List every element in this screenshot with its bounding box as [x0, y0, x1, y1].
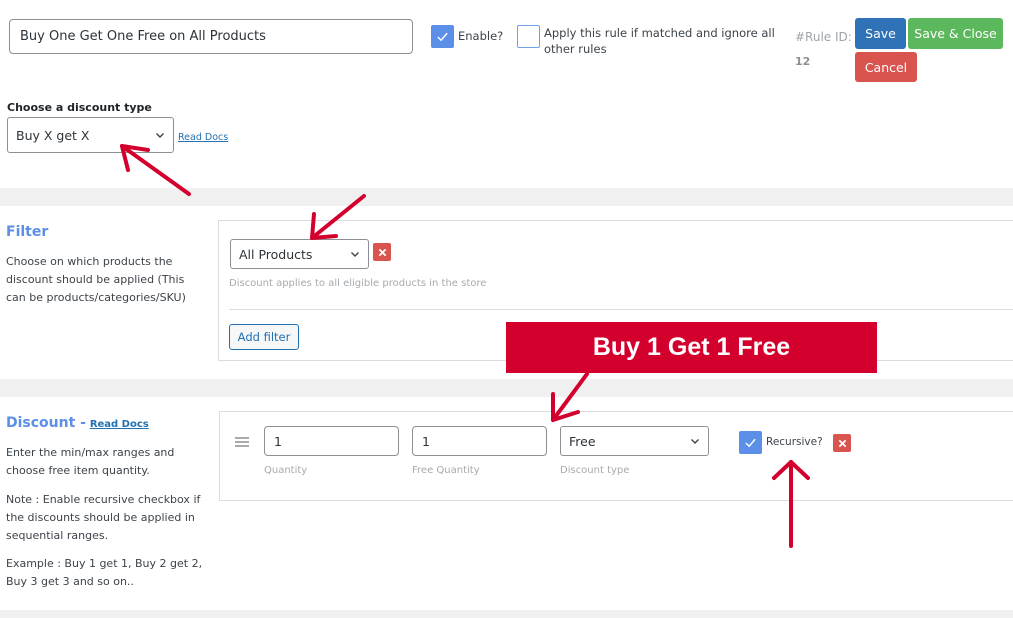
arrow-to-filter-select-icon	[310, 194, 366, 240]
arrow-to-discount-type-icon	[120, 144, 191, 196]
arrow-to-free-quantity-icon	[551, 372, 589, 422]
annotation-arrows	[120, 144, 810, 548]
arrow-to-recursive-icon	[772, 460, 810, 548]
